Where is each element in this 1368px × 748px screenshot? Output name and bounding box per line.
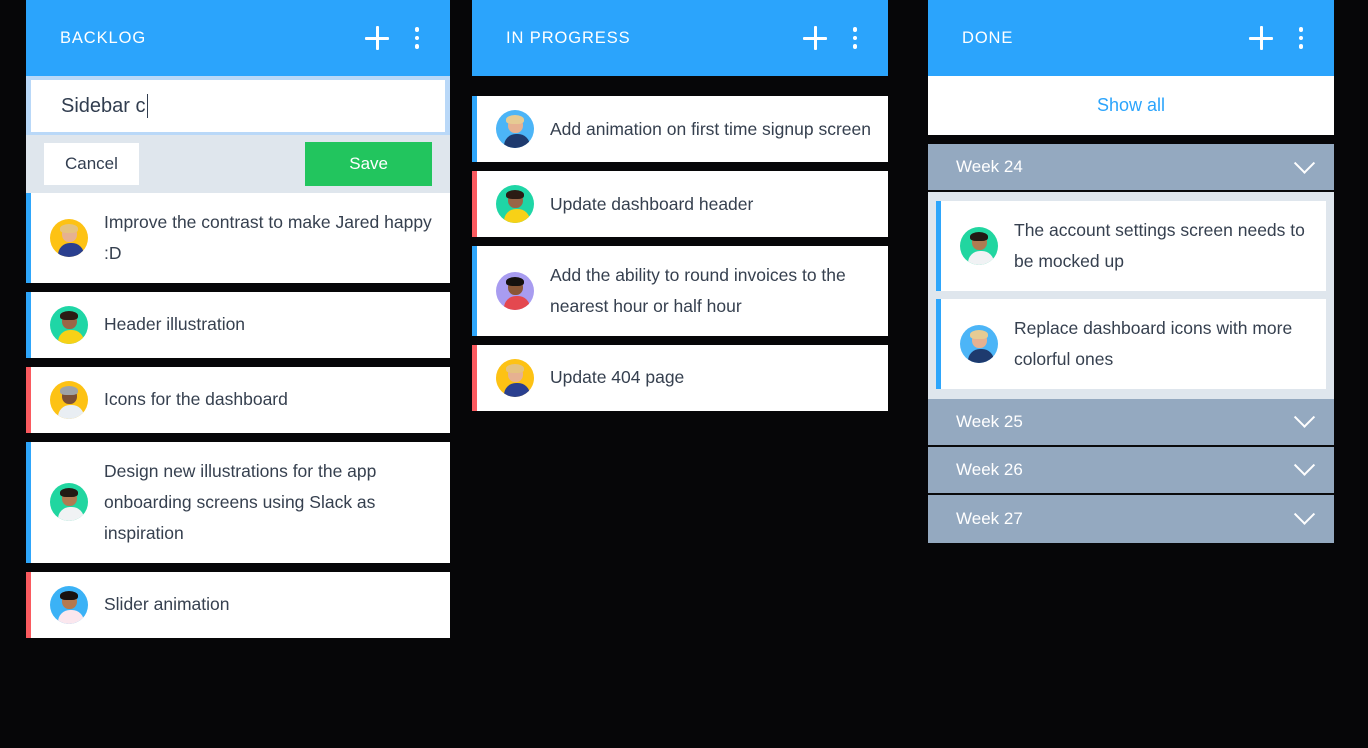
- avatar: [496, 271, 534, 310]
- avatar: [496, 185, 534, 223]
- week-group-24: Week 24 The account settings screen need…: [928, 144, 1334, 399]
- chevron-down-icon: [1293, 152, 1316, 174]
- column-in-progress: IN PROGRESS Add animation on first time …: [472, 0, 888, 420]
- cancel-button[interactable]: Cancel: [44, 143, 139, 185]
- card[interactable]: Header illustration: [26, 291, 450, 358]
- dot: [1298, 44, 1304, 49]
- dot: [414, 44, 420, 49]
- week-label: Week 24: [956, 157, 1023, 176]
- week-header[interactable]: Week 25: [928, 398, 1334, 447]
- column-done: DONE Show all Week 24 The account settin…: [928, 0, 1334, 543]
- card[interactable]: Design new illustrations for the app onb…: [26, 441, 450, 563]
- new-card-input-value: Sidebar c: [61, 94, 146, 117]
- new-card-input[interactable]: Sidebar c: [31, 80, 445, 132]
- week-label: Week 25: [956, 411, 1023, 431]
- card[interactable]: Improve the contrast to make Jared happy…: [26, 193, 450, 283]
- column-body-backlog: Sidebar c Cancel Save Improve the contra…: [26, 76, 450, 647]
- card-title: Improve the contrast to make Jared happy…: [104, 212, 432, 263]
- chevron-down-icon: [1293, 504, 1316, 526]
- dot: [852, 27, 858, 32]
- card-title: Header illustration: [104, 314, 246, 335]
- card-title: Slider animation: [104, 594, 230, 615]
- card[interactable]: The account settings screen needs to be …: [936, 201, 1326, 291]
- avatar: [50, 218, 88, 257]
- avatar: [50, 380, 88, 419]
- column-header-in-progress: IN PROGRESS: [472, 0, 888, 76]
- more-vertical-icon[interactable]: [406, 25, 428, 51]
- plus-icon[interactable]: [1248, 25, 1274, 51]
- card[interactable]: Slider animation: [26, 571, 450, 638]
- week-body: The account settings screen needs to be …: [928, 192, 1334, 399]
- dot: [414, 27, 420, 32]
- avatar: [960, 226, 998, 265]
- column-title: DONE: [962, 28, 1014, 47]
- column-title: IN PROGRESS: [506, 28, 631, 47]
- week-header[interactable]: Week 27: [928, 494, 1334, 543]
- avatar: [960, 324, 998, 363]
- card[interactable]: Replace dashboard icons with more colorf…: [936, 298, 1326, 389]
- card-title: Icons for the dashboard: [104, 389, 288, 410]
- card-title: The account settings screen needs to be …: [1014, 220, 1305, 271]
- week-label: Week 27: [956, 508, 1023, 528]
- card-title: Update dashboard header: [550, 193, 754, 214]
- avatar: [496, 358, 534, 397]
- avatar: [496, 110, 534, 148]
- dot: [414, 35, 420, 41]
- column-header-backlog: BACKLOG: [26, 0, 450, 76]
- column-header-actions: [364, 25, 428, 51]
- card-title: Update 404 page: [550, 367, 685, 388]
- card[interactable]: Update 404 page: [472, 344, 888, 411]
- avatar: [50, 585, 88, 624]
- dot: [1298, 27, 1304, 32]
- column-header-done: DONE: [928, 0, 1334, 76]
- avatar: [50, 483, 88, 522]
- dot: [852, 35, 858, 41]
- new-card-input-focus-ring: Sidebar c: [26, 76, 450, 135]
- column-title: BACKLOG: [60, 28, 147, 47]
- chevron-down-icon: [1293, 455, 1316, 477]
- more-vertical-icon[interactable]: [1290, 25, 1312, 51]
- card-title: Add animation on first time signup scree…: [550, 118, 871, 139]
- kanban-board: BACKLOG Sidebar c Cancel Save Improve th…: [0, 0, 1368, 748]
- avatar: [50, 305, 88, 344]
- card-list-backlog: Improve the contrast to make Jared happy…: [26, 193, 450, 647]
- column-backlog: BACKLOG Sidebar c Cancel Save Improve th…: [26, 0, 450, 647]
- plus-icon[interactable]: [364, 25, 390, 51]
- show-all-button[interactable]: Show all: [928, 76, 1334, 135]
- card-list-in-progress: Add animation on first time signup scree…: [472, 76, 888, 420]
- column-header-actions: [1248, 25, 1312, 51]
- week-label: Week 26: [956, 459, 1023, 479]
- compose-actions: Cancel Save: [26, 135, 450, 193]
- card-title: Replace dashboard icons with more colorf…: [1014, 317, 1293, 369]
- card[interactable]: Add animation on first time signup scree…: [472, 96, 888, 162]
- week-header[interactable]: Week 24: [928, 144, 1334, 192]
- card[interactable]: Add the ability to round invoices to the…: [472, 246, 888, 336]
- week-header[interactable]: Week 26: [928, 446, 1334, 495]
- card[interactable]: Icons for the dashboard: [26, 366, 450, 433]
- more-vertical-icon[interactable]: [844, 25, 866, 51]
- card[interactable]: Update dashboard header: [472, 171, 888, 237]
- column-body-done: Show all Week 24 The account settings sc…: [928, 76, 1334, 543]
- dot: [1298, 35, 1304, 41]
- dot: [852, 44, 858, 49]
- card-title: Design new illustrations for the app onb…: [104, 460, 377, 543]
- new-card-compose-form: Sidebar c Cancel Save: [26, 76, 450, 193]
- save-button[interactable]: Save: [305, 142, 432, 186]
- column-body-in-progress: Add animation on first time signup scree…: [472, 76, 888, 420]
- text-cursor: [146, 94, 148, 118]
- chevron-down-icon: [1293, 407, 1316, 429]
- plus-icon[interactable]: [802, 25, 828, 51]
- column-header-actions: [802, 25, 866, 51]
- card-title: Add the ability to round invoices to the…: [550, 265, 846, 316]
